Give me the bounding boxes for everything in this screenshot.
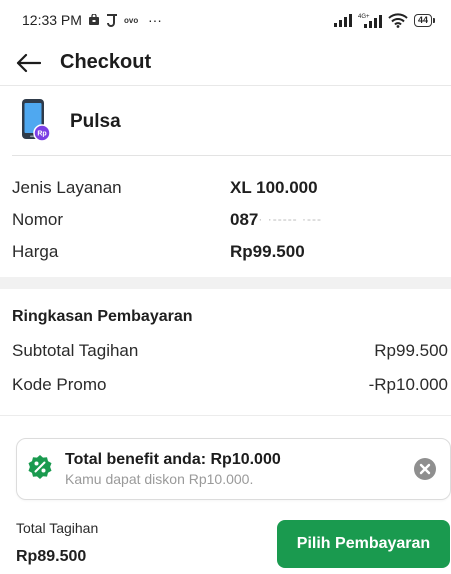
- summary-value: -Rp10.000: [368, 375, 448, 394]
- detail-label: Harga: [12, 242, 59, 261]
- benefit-title: Total benefit anda: Rp10.000: [65, 451, 281, 468]
- detail-value-phone: 087· ·‐‐‐‐‐ ·‐‐‐: [230, 210, 322, 230]
- battery-icon: 44: [413, 13, 435, 27]
- status-more: ···: [147, 12, 162, 28]
- total-label: Total Tagihan: [16, 520, 99, 536]
- detail-value: XL 100.000: [230, 178, 318, 197]
- rp-badge: Rp: [37, 130, 46, 137]
- detail-label: Nomor: [12, 210, 64, 229]
- signal-icon: [333, 13, 352, 27]
- summary-value: Rp99.500: [374, 341, 448, 360]
- ovo-icon: ovo: [124, 15, 142, 25]
- close-benefit-button[interactable]: [412, 456, 438, 482]
- product-row: Rp Pulsa: [0, 88, 451, 156]
- wifi-icon: [388, 12, 408, 28]
- total-value: Rp89.500: [16, 548, 87, 565]
- signal-4g-icon: 4G+: [358, 12, 382, 28]
- payment-summary: Ringkasan Pembayaran Subtotal Tagihan Rp…: [12, 300, 448, 402]
- section-divider: [0, 277, 451, 289]
- page-title: Checkout: [60, 51, 152, 73]
- close-circle-icon: [414, 458, 436, 480]
- benefit-text: Total benefit anda: Rp10.000 Kamu dapat …: [65, 450, 412, 488]
- bag-icon: [88, 14, 100, 26]
- j-icon: [106, 13, 118, 27]
- summary-title: Ringkasan Pembayaran: [12, 308, 193, 325]
- status-left: 12:33 PM ovo ···: [22, 12, 162, 28]
- network-label: 4G+: [358, 14, 370, 20]
- discount-badge-icon: [27, 454, 53, 485]
- choose-payment-button[interactable]: Pilih Pembayaran: [277, 520, 450, 568]
- status-right: 4G+ 44: [333, 12, 435, 28]
- svg-text:ovo: ovo: [124, 16, 138, 25]
- phone-prefix: 087: [230, 210, 259, 229]
- masked-number: · ·‐‐‐‐‐ ·‐‐‐: [258, 212, 322, 226]
- summary-row-subtotal: Subtotal Tagihan Rp99.500: [12, 334, 448, 368]
- product-name: Pulsa: [70, 111, 121, 132]
- back-button[interactable]: [12, 47, 44, 79]
- battery-level: 44: [413, 13, 432, 27]
- phone-rp-icon: Rp: [20, 97, 51, 148]
- battery-tip: [433, 17, 435, 23]
- checkout-footer: Total Tagihan Rp89.500 Pilih Pembayaran: [0, 514, 451, 574]
- arrow-left-icon: [16, 53, 41, 72]
- transaction-details: Jenis Layanan XL 100.000 Nomor 087· ·‐‐‐…: [12, 172, 442, 268]
- benefit-card[interactable]: Total benefit anda: Rp10.000 Kamu dapat …: [16, 438, 451, 500]
- status-time: 12:33 PM: [22, 12, 82, 28]
- summary-row-promo: Kode Promo -Rp10.000: [12, 368, 448, 402]
- detail-row-number: Nomor 087· ·‐‐‐‐‐ ·‐‐‐: [12, 204, 442, 236]
- benefit-subtitle: Kamu dapat diskon Rp10.000.: [65, 471, 254, 487]
- status-bar: 12:33 PM ovo ··· 4G+ 44: [0, 0, 451, 40]
- summary-label: Kode Promo: [12, 375, 107, 394]
- detail-row-price: Harga Rp99.500: [12, 236, 442, 268]
- summary-label: Subtotal Tagihan: [12, 341, 139, 360]
- detail-value: Rp99.500: [230, 242, 305, 261]
- detail-label: Jenis Layanan: [12, 178, 122, 197]
- app-header: Checkout: [0, 40, 451, 86]
- detail-row-service: Jenis Layanan XL 100.000: [12, 172, 442, 204]
- summary-divider: [0, 415, 451, 416]
